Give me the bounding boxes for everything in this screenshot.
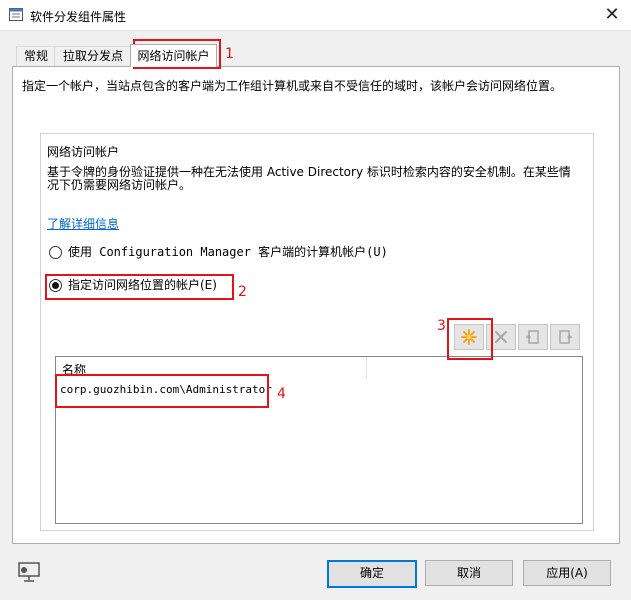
annotation-number-1: 1 [225, 46, 234, 62]
tab-general[interactable]: 常规 [16, 46, 56, 66]
tab-network-access-account[interactable]: 网络访问帐户 [130, 44, 217, 67]
annotation-number-3: 3 [437, 318, 446, 334]
window-app-icon [9, 8, 23, 21]
title-bar: 软件分发组件属性 ✕ [0, 0, 631, 31]
set-account-button[interactable] [550, 324, 580, 350]
learn-more-link[interactable]: 了解详细信息 [47, 215, 119, 232]
cancel-button[interactable]: 取消 [425, 560, 513, 586]
account-properties-button[interactable] [518, 324, 548, 350]
delete-x-icon [495, 331, 507, 343]
group-description: 基于令牌的身份验证提供一种在无法使用 Active Directory 标识时检… [47, 165, 571, 192]
highlight-box-4 [55, 374, 269, 408]
panel-description: 指定一个帐户，当站点包含的客户端为工作组计算机或来自不受信任的域时，该帐户会访问… [22, 79, 563, 93]
close-icon[interactable]: ✕ [600, 3, 624, 27]
radio-computer-account-label: 使用 Configuration Manager 客户端的计算机帐户(U) [68, 245, 388, 259]
set-account-icon [559, 330, 572, 344]
group-title: 网络访问帐户 [47, 145, 120, 159]
tab-pull-distribution-point[interactable]: 拉取分发点 [54, 46, 132, 66]
annotation-number-4: 4 [277, 386, 286, 402]
radio-unchecked-icon[interactable] [49, 246, 62, 259]
column-header-empty[interactable] [366, 357, 578, 379]
ok-button[interactable]: 确定 [327, 560, 417, 588]
window-title: 软件分发组件属性 [30, 10, 127, 24]
properties-icon [526, 330, 539, 344]
help-computer-icon[interactable] [16, 561, 44, 585]
tab-strip: 常规 拉取分发点 网络访问帐户 [0, 44, 631, 67]
annotation-number-2: 2 [238, 284, 247, 300]
highlight-box-2 [45, 274, 234, 300]
apply-button[interactable]: 应用(A) [523, 560, 611, 586]
radio-computer-account[interactable]: 使用 Configuration Manager 客户端的计算机帐户(U) [49, 243, 388, 261]
highlight-box-3 [447, 318, 493, 360]
